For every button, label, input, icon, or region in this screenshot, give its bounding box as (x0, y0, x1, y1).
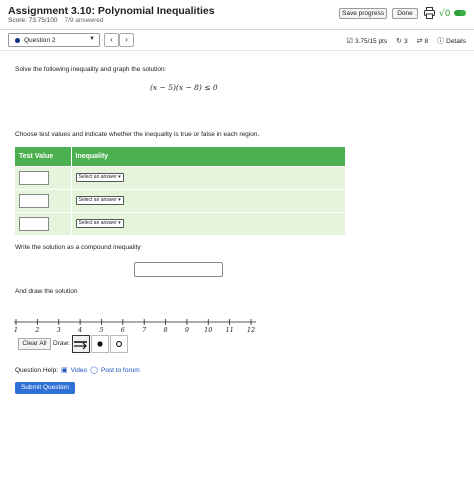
caret-down-icon: ▼ (89, 36, 95, 42)
math-display-toggle[interactable] (454, 10, 466, 16)
number-line-tick-label: 12 (247, 326, 255, 334)
number-line-tick-label: 6 (121, 326, 125, 334)
number-line[interactable]: 1 2 3 4 5 6 7 8 9 10 11 12 (10, 316, 260, 336)
video-link[interactable]: Video (71, 367, 88, 374)
points-text: 3.75/15 pts (354, 37, 388, 45)
question-info: ☑ 3.75/15 pts ↻ 3 ⇄ 8 ⓘ Details (347, 36, 466, 46)
number-line-tick-label: 8 (163, 326, 167, 334)
clear-all-button[interactable]: Clear All (18, 338, 51, 350)
inequality-expression: (x − 5)(x − 8) ≤ 0 (150, 83, 218, 92)
attempts-icon: ⇄ (416, 38, 423, 45)
table-row: Select an answer ▾ (15, 165, 346, 189)
submit-question-button[interactable]: Submit Question (15, 382, 75, 394)
open-dot-tool-button[interactable] (110, 335, 128, 353)
question-help-label: Question Help: (15, 366, 58, 374)
forum-icon[interactable]: ◯ (90, 366, 98, 374)
post-to-forum-link[interactable]: Post to forum (101, 367, 140, 374)
number-line-tick-label: 10 (204, 326, 212, 334)
draw-label: Draw: (53, 340, 70, 347)
closed-dot-tool-button[interactable] (91, 335, 109, 353)
score-line: Score: 73.75/100 7/9 answered (8, 17, 104, 24)
number-line-tick-label: 9 (185, 326, 189, 334)
retries-count: 3 (404, 37, 408, 45)
next-question-button[interactable]: › (119, 33, 134, 47)
truth-select[interactable]: Select an answer ▾ (75, 219, 124, 229)
test-values-table: Test Value Inequality Select an answer ▾… (15, 147, 346, 235)
previous-question-button[interactable]: ‹ (104, 33, 119, 47)
test-value-input[interactable] (19, 193, 49, 208)
info-icon[interactable]: ⓘ (437, 36, 444, 46)
assignment-header: Assignment 3.10: Polynomial Inequalities… (0, 0, 474, 30)
test-value-header: Test Value (15, 147, 72, 166)
compound-inequality-input[interactable] (134, 262, 223, 277)
number-line-tick-label: 3 (57, 326, 61, 334)
compound-prompt: Write the solution as a compound inequal… (15, 244, 141, 251)
answered-count: 7/9 answered (64, 17, 104, 24)
done-button[interactable]: Done (392, 8, 418, 19)
number-line-tick-label: 7 (142, 326, 147, 334)
print-icon[interactable] (424, 7, 435, 19)
svg-text:√0: √0 (439, 8, 451, 19)
score-text: Score: 73.75/100 (8, 17, 58, 24)
save-progress-button[interactable]: Save progress (339, 8, 387, 19)
truth-select[interactable]: Select an answer ▾ (75, 173, 124, 182)
number-line-tick-label: 5 (99, 326, 103, 334)
assignment-title: Assignment 3.10: Polynomial Inequalities (8, 5, 215, 17)
inequality-header: Inequality (71, 147, 346, 166)
number-line-tick-label: 4 (77, 326, 82, 334)
test-value-input[interactable] (19, 170, 49, 185)
question-bar: Question 2 ▼ ‹ › ☑ 3.75/15 pts ↻ 3 ⇄ 8 ⓘ… (0, 31, 474, 51)
number-line-tick-label: 2 (34, 326, 39, 334)
test-values-prompt: Choose test values and indicate whether … (15, 131, 260, 138)
question-select[interactable]: Question 2 ▼ (8, 33, 100, 47)
retry-icon: ↻ (396, 38, 402, 45)
number-line-tick-label: 1 (14, 326, 18, 334)
closed-dot-icon (97, 341, 103, 347)
question-status-dot (15, 38, 20, 43)
ray-icon (74, 341, 87, 350)
details-link[interactable]: Details (446, 38, 466, 45)
checkbox-icon: ☑ (346, 38, 353, 45)
number-line-tick-label: 11 (225, 326, 233, 334)
truth-select[interactable]: Select an answer ▾ (75, 196, 124, 205)
table-row: Select an answer ▾ (15, 211, 346, 235)
table-row: Select an answer ▾ (15, 188, 346, 212)
open-dot-icon (116, 341, 122, 347)
video-icon[interactable]: ▣ (61, 366, 68, 374)
question-select-label: Question 2 (24, 36, 56, 44)
draw-prompt: And draw the solution (15, 288, 78, 295)
question-prompt: Solve the following inequality and graph… (15, 66, 167, 73)
ray-tool-button[interactable] (72, 335, 90, 353)
question-help: Question Help: ▣ Video ◯ Post to forum (15, 366, 140, 375)
test-value-input[interactable] (19, 216, 49, 231)
attempts-count: 8 (424, 37, 429, 45)
